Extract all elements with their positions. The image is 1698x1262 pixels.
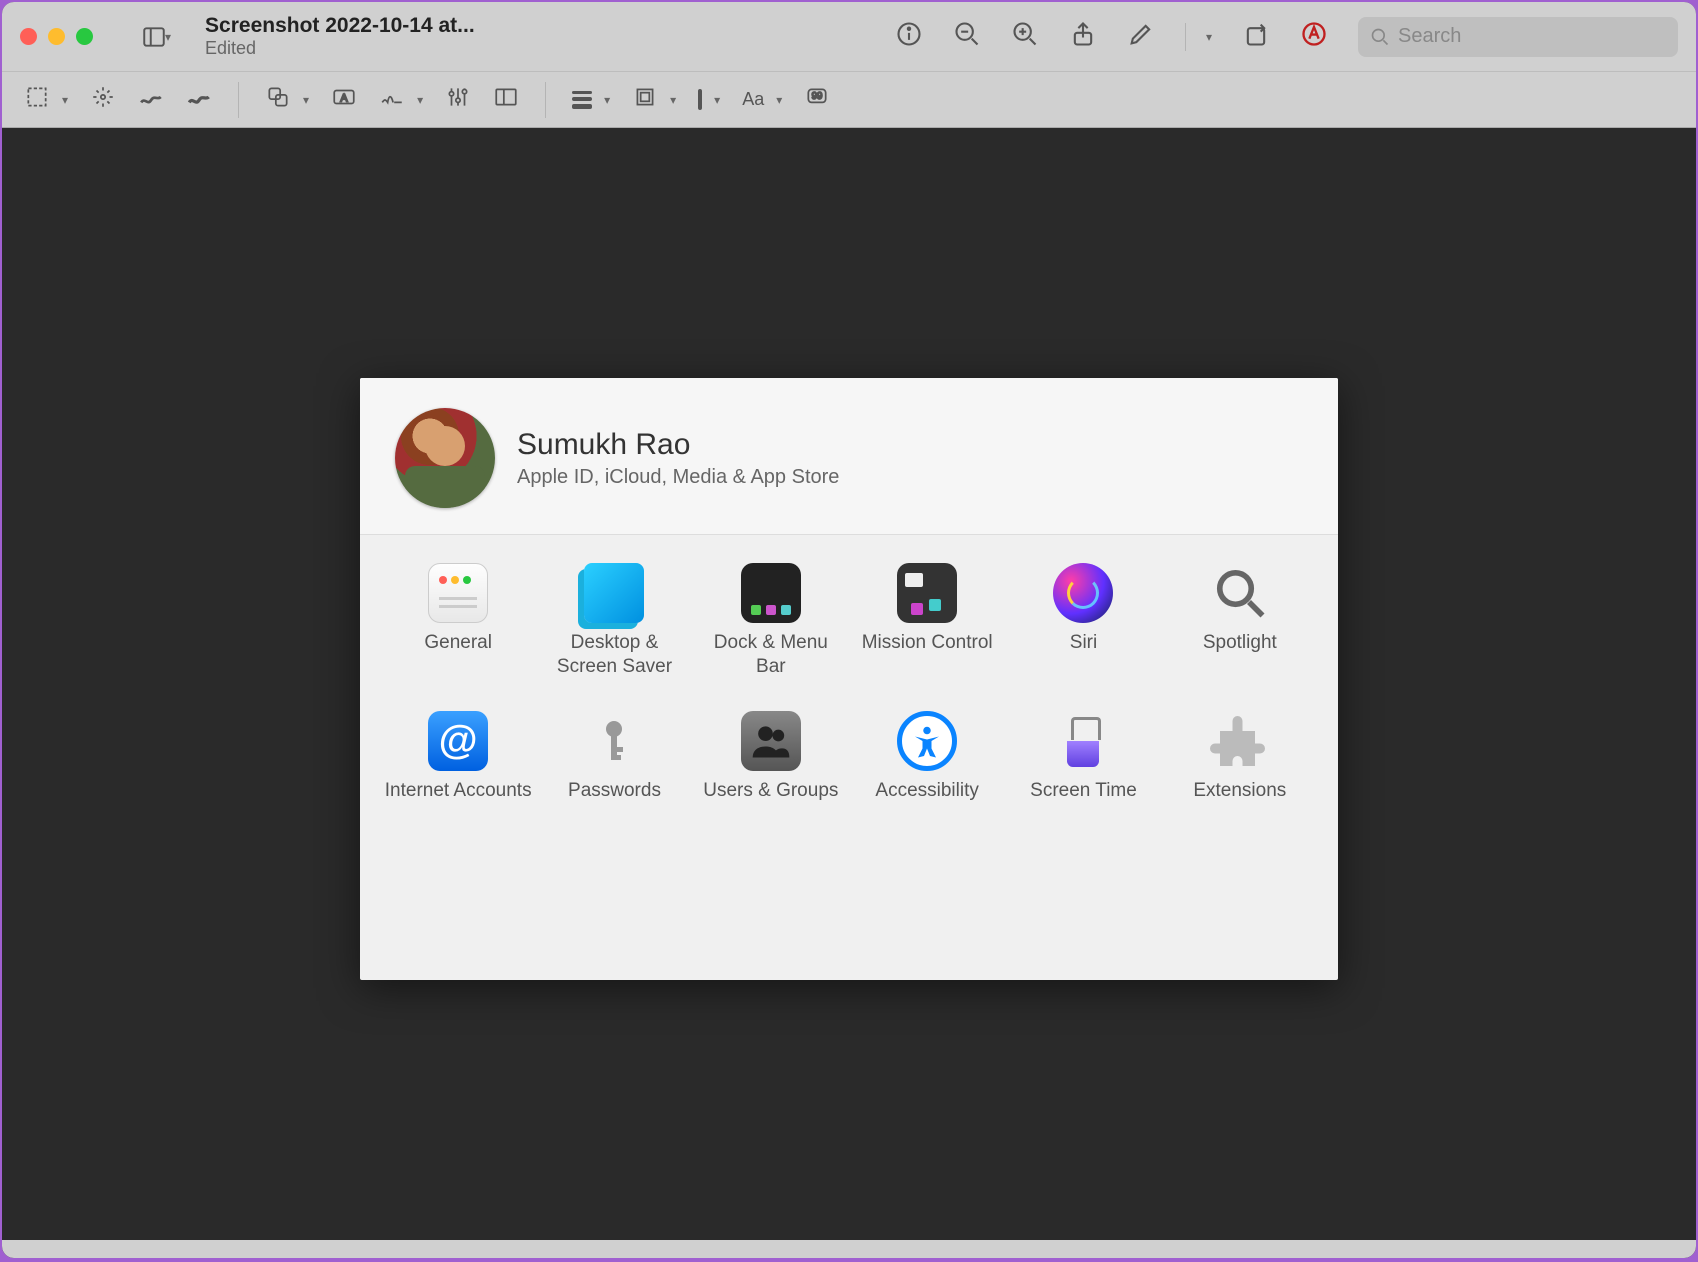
fill-color-tool[interactable]: [698, 91, 702, 109]
chevron-down-icon[interactable]: ▾: [1206, 30, 1212, 44]
chevron-down-icon[interactable]: ▾: [714, 93, 720, 107]
profile-subtitle: Apple ID, iCloud, Media & App Store: [517, 466, 839, 489]
info-button[interactable]: [895, 20, 923, 53]
divider: [238, 82, 239, 118]
spotlight-icon: [1210, 563, 1270, 623]
pref-spotlight[interactable]: Spotlight: [1162, 557, 1318, 685]
passwords-icon: [584, 711, 644, 771]
svg-text:99: 99: [812, 91, 823, 102]
general-icon: [428, 563, 488, 623]
text-style-tool[interactable]: Aa: [742, 89, 764, 110]
titlebar: ▾ Screenshot 2022-10-14 at... Edited ▾ S…: [2, 2, 1696, 72]
pref-accessibility[interactable]: Accessibility: [849, 705, 1005, 809]
divider: [545, 82, 546, 118]
chevron-down-icon[interactable]: ▾: [62, 93, 68, 107]
profile-name: Sumukh Rao: [517, 428, 839, 462]
pref-dock[interactable]: Dock & Menu Bar: [693, 557, 849, 685]
document-status: Edited: [205, 38, 475, 59]
adjust-color-tool[interactable]: [445, 84, 471, 115]
search-icon: [1370, 27, 1390, 47]
chevron-down-icon[interactable]: ▾: [165, 30, 171, 44]
adjust-size-tool[interactable]: [493, 84, 519, 115]
accessibility-icon: [897, 711, 957, 771]
siri-icon: [1053, 563, 1113, 623]
internet-accounts-icon: @: [428, 711, 488, 771]
rotate-button[interactable]: [1242, 20, 1270, 53]
share-button[interactable]: [1069, 20, 1097, 53]
horizontal-scrollbar[interactable]: [2, 1240, 1696, 1258]
chevron-down-icon[interactable]: ▾: [417, 93, 423, 107]
preferences-grid: General Desktop & Screen Saver Dock & Me…: [360, 535, 1338, 830]
image-canvas[interactable]: Sumukh Rao Apple ID, iCloud, Media & App…: [2, 128, 1696, 1258]
fullscreen-window-button[interactable]: [76, 28, 93, 45]
pref-extensions[interactable]: Extensions: [1162, 705, 1318, 809]
chevron-down-icon[interactable]: ▾: [670, 93, 676, 107]
markup-toolbar: ▾ ▾ A ▾ ▾ ▾ ▾ Aa ▾ 99: [2, 72, 1696, 128]
zoom-out-button[interactable]: [953, 20, 981, 53]
search-placeholder: Search: [1398, 25, 1461, 48]
desktop-icon: [584, 563, 644, 623]
document-filename: Screenshot 2022-10-14 at...: [205, 14, 475, 38]
traffic-lights: [20, 28, 93, 45]
extensions-icon: [1210, 711, 1270, 771]
pref-screen-time[interactable]: Screen Time: [1005, 705, 1161, 809]
divider: [1185, 23, 1186, 51]
pref-passwords[interactable]: Passwords: [536, 705, 692, 809]
mission-control-icon: [897, 563, 957, 623]
chevron-down-icon[interactable]: ▾: [776, 93, 782, 107]
system-preferences-panel: Sumukh Rao Apple ID, iCloud, Media & App…: [360, 378, 1338, 980]
svg-text:A: A: [340, 92, 348, 104]
pref-general[interactable]: General: [380, 557, 536, 685]
pref-siri[interactable]: Siri: [1005, 557, 1161, 685]
dock-icon: [741, 563, 801, 623]
description-tool[interactable]: 99: [804, 84, 830, 115]
pref-mission-control[interactable]: Mission Control: [849, 557, 1005, 685]
pref-internet-accounts[interactable]: @Internet Accounts: [380, 705, 536, 809]
apple-id-profile[interactable]: Sumukh Rao Apple ID, iCloud, Media & App…: [360, 378, 1338, 535]
preview-window: ▾ Screenshot 2022-10-14 at... Edited ▾ S…: [2, 2, 1696, 1258]
minimize-window-button[interactable]: [48, 28, 65, 45]
draw-tool[interactable]: [186, 84, 212, 115]
avatar: [395, 408, 495, 508]
annotate-button[interactable]: [1300, 20, 1328, 53]
pref-users-groups[interactable]: Users & Groups: [693, 705, 849, 809]
stroke-color-tool[interactable]: [632, 84, 658, 115]
chevron-down-icon[interactable]: ▾: [303, 93, 309, 107]
markup-pencil-button[interactable]: [1127, 20, 1155, 53]
chevron-down-icon[interactable]: ▾: [604, 93, 610, 107]
selection-tool[interactable]: [24, 84, 50, 115]
screen-time-icon: [1053, 711, 1113, 771]
search-field[interactable]: Search: [1358, 17, 1678, 57]
instant-alpha-tool[interactable]: [90, 84, 116, 115]
pref-desktop[interactable]: Desktop & Screen Saver: [536, 557, 692, 685]
close-window-button[interactable]: [20, 28, 37, 45]
line-weight-tool[interactable]: [572, 91, 592, 109]
document-title-block[interactable]: Screenshot 2022-10-14 at... Edited: [205, 14, 475, 59]
sign-tool[interactable]: [379, 84, 405, 115]
zoom-in-button[interactable]: [1011, 20, 1039, 53]
sketch-tool[interactable]: [138, 84, 164, 115]
text-box-tool[interactable]: A: [331, 84, 357, 115]
shapes-tool[interactable]: [265, 84, 291, 115]
users-icon: [741, 711, 801, 771]
